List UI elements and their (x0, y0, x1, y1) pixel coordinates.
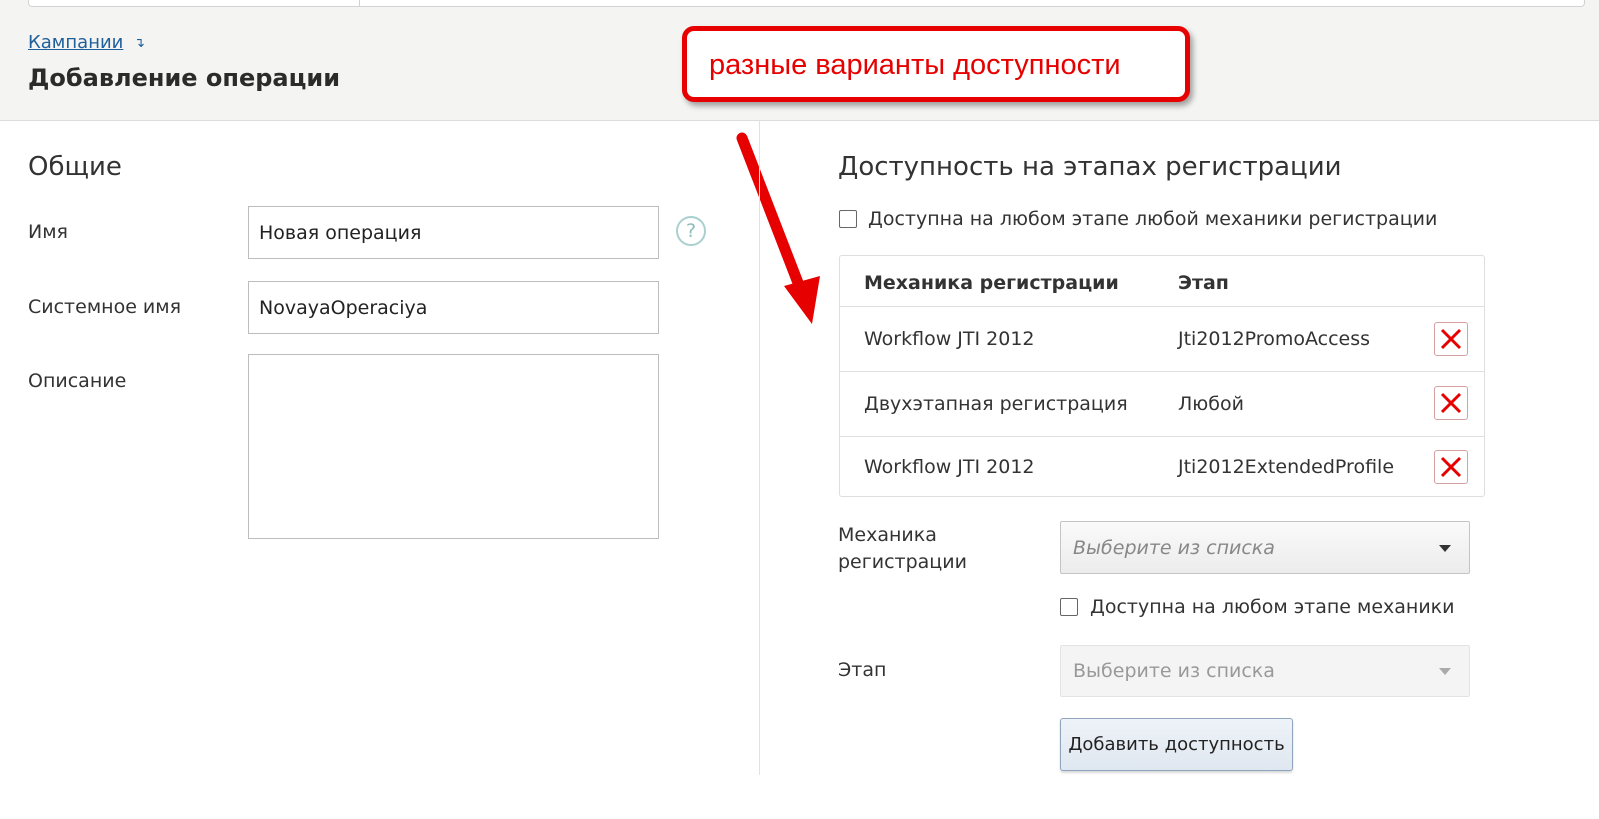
mechanic-select-placeholder: Выберите из списка (1073, 536, 1275, 559)
delete-icon (1440, 456, 1462, 478)
top-toolbar-input[interactable] (28, 0, 1585, 7)
row-stage: Jti2012ExtendedProfile (1178, 456, 1395, 478)
chevron-down-icon (1439, 545, 1451, 552)
table-divider (840, 306, 1484, 307)
breadcrumb-dropdown-icon[interactable]: ↴ (134, 36, 145, 51)
system-name-input[interactable]: NovayaOperaciya (248, 281, 659, 334)
table-divider (840, 371, 1484, 372)
any-stage-any-mechanic-label: Доступна на любом этапе любой механики р… (868, 208, 1438, 230)
name-label: Имя (28, 221, 68, 243)
row-mechanic: Workflow JTI 2012 (864, 456, 1035, 478)
description-label: Описание (28, 370, 127, 392)
delete-row-button[interactable] (1434, 322, 1468, 356)
stage-select-placeholder: Выберите из списка (1073, 660, 1275, 682)
delete-icon (1440, 392, 1462, 414)
mechanic-label: Механика регистрации (838, 524, 967, 573)
page-title: Добавление операции (28, 64, 341, 92)
add-availability-button[interactable]: Добавить доступность (1060, 718, 1293, 771)
help-icon[interactable]: ? (676, 216, 706, 246)
name-input[interactable]: Новая операция (248, 206, 659, 259)
table-header-stage: Этап (1178, 272, 1229, 294)
table-header-mechanic: Механика регистрации (864, 272, 1119, 294)
delete-row-button[interactable] (1434, 450, 1468, 484)
availability-table: Механика регистрации Этап Workflow JTI 2… (839, 255, 1485, 497)
any-stage-mechanic-label: Доступна на любом этапе механики (1090, 596, 1455, 618)
mechanic-select[interactable]: Выберите из списка (1060, 521, 1470, 574)
row-stage: Jti2012PromoAccess (1178, 328, 1371, 350)
delete-icon (1440, 328, 1462, 350)
delete-row-button[interactable] (1434, 386, 1468, 420)
annotation-arrow-icon (736, 132, 820, 324)
any-stage-any-mechanic-checkbox[interactable] (839, 210, 857, 228)
general-section-title: Общие (28, 152, 122, 182)
stage-select[interactable]: Выберите из списка (1060, 645, 1470, 697)
description-textarea[interactable] (248, 354, 659, 539)
row-stage: Любой (1178, 393, 1244, 415)
table-divider (840, 436, 1484, 437)
system-name-label: Системное имя (28, 296, 182, 318)
annotation-callout: разные варианты доступности (682, 26, 1190, 102)
column-divider (759, 120, 760, 775)
stage-label: Этап (838, 659, 887, 681)
row-mechanic: Двухэтапная регистрация (864, 393, 1128, 415)
breadcrumb-link[interactable]: Кампании (28, 32, 123, 53)
annotation-text: разные варианты доступности (709, 49, 1121, 81)
availability-section-title: Доступность на этапах регистрации (838, 152, 1342, 182)
toolbar-separator (359, 0, 360, 6)
any-stage-mechanic-checkbox[interactable] (1060, 598, 1078, 616)
chevron-down-icon (1439, 668, 1451, 675)
row-mechanic: Workflow JTI 2012 (864, 328, 1035, 350)
